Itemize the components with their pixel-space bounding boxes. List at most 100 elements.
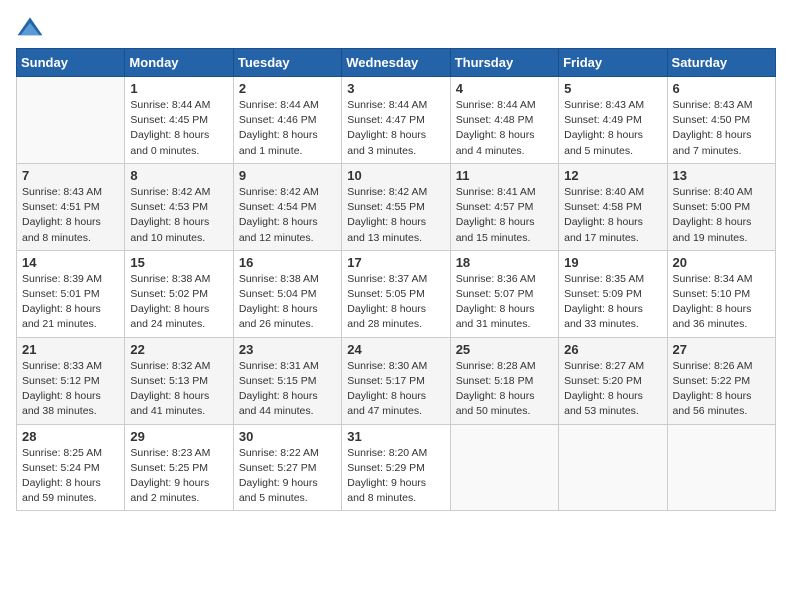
day-info: Sunrise: 8:44 AM Sunset: 4:47 PM Dayligh… bbox=[347, 98, 444, 159]
calendar-cell: 21 Sunrise: 8:33 AM Sunset: 5:12 PM Dayli… bbox=[17, 337, 125, 424]
day-info: Sunrise: 8:26 AM Sunset: 5:22 PM Dayligh… bbox=[673, 359, 770, 420]
day-number: 17 bbox=[347, 255, 444, 270]
day-number: 5 bbox=[564, 81, 661, 96]
day-number: 20 bbox=[673, 255, 770, 270]
day-info: Sunrise: 8:42 AM Sunset: 4:53 PM Dayligh… bbox=[130, 185, 227, 246]
day-info: Sunrise: 8:34 AM Sunset: 5:10 PM Dayligh… bbox=[673, 272, 770, 333]
day-header-wednesday: Wednesday bbox=[342, 49, 450, 77]
day-info: Sunrise: 8:44 AM Sunset: 4:45 PM Dayligh… bbox=[130, 98, 227, 159]
day-info: Sunrise: 8:41 AM Sunset: 4:57 PM Dayligh… bbox=[456, 185, 553, 246]
calendar-cell: 16Sunrise: 8:38 AM Sunset: 5:04 PM Dayli… bbox=[233, 250, 341, 337]
calendar-cell bbox=[450, 424, 558, 511]
day-info: Sunrise: 8:36 AM Sunset: 5:07 PM Dayligh… bbox=[456, 272, 553, 333]
calendar-cell: 8 Sunrise: 8:42 AM Sunset: 4:53 PM Daylig… bbox=[125, 163, 233, 250]
day-number: 13 bbox=[673, 168, 770, 183]
day-number: 1 bbox=[130, 81, 227, 96]
day-info: Sunrise: 8:35 AM Sunset: 5:09 PM Dayligh… bbox=[564, 272, 661, 333]
calendar-week-row: 1 Sunrise: 8:44 AM Sunset: 4:45 PM Daylig… bbox=[17, 77, 776, 164]
day-number: 21 bbox=[22, 342, 119, 357]
calendar-cell: 23 Sunrise: 8:31 AM Sunset: 5:15 PM Dayli… bbox=[233, 337, 341, 424]
calendar-week-row: 21 Sunrise: 8:33 AM Sunset: 5:12 PM Dayli… bbox=[17, 337, 776, 424]
day-info: Sunrise: 8:40 AM Sunset: 4:58 PM Dayligh… bbox=[564, 185, 661, 246]
day-number: 31 bbox=[347, 429, 444, 444]
calendar-week-row: 28Sunrise: 8:25 AM Sunset: 5:24 PM Dayli… bbox=[17, 424, 776, 511]
calendar-week-row: 7Sunrise: 8:43 AM Sunset: 4:51 PM Daylig… bbox=[17, 163, 776, 250]
day-info: Sunrise: 8:43 AM Sunset: 4:50 PM Dayligh… bbox=[673, 98, 770, 159]
day-number: 29 bbox=[130, 429, 227, 444]
day-info: Sunrise: 8:44 AM Sunset: 4:48 PM Dayligh… bbox=[456, 98, 553, 159]
day-info: Sunrise: 8:44 AM Sunset: 4:46 PM Dayligh… bbox=[239, 98, 336, 159]
day-number: 24 bbox=[347, 342, 444, 357]
calendar-cell: 12 Sunrise: 8:40 AM Sunset: 4:58 PM Dayli… bbox=[559, 163, 667, 250]
day-header-friday: Friday bbox=[559, 49, 667, 77]
day-info: Sunrise: 8:22 AM Sunset: 5:27 PM Dayligh… bbox=[239, 446, 336, 507]
day-number: 8 bbox=[130, 168, 227, 183]
calendar-cell: 22Sunrise: 8:32 AM Sunset: 5:13 PM Dayli… bbox=[125, 337, 233, 424]
calendar-cell: 28Sunrise: 8:25 AM Sunset: 5:24 PM Dayli… bbox=[17, 424, 125, 511]
calendar-cell: 25Sunrise: 8:28 AM Sunset: 5:18 PM Dayli… bbox=[450, 337, 558, 424]
day-number: 10 bbox=[347, 168, 444, 183]
calendar-table: SundayMondayTuesdayWednesdayThursdayFrid… bbox=[16, 48, 776, 511]
calendar-week-row: 14Sunrise: 8:39 AM Sunset: 5:01 PM Dayli… bbox=[17, 250, 776, 337]
day-number: 2 bbox=[239, 81, 336, 96]
calendar-cell: 1 Sunrise: 8:44 AM Sunset: 4:45 PM Daylig… bbox=[125, 77, 233, 164]
calendar-cell: 15Sunrise: 8:38 AM Sunset: 5:02 PM Dayli… bbox=[125, 250, 233, 337]
calendar-cell: 31 Sunrise: 8:20 AM Sunset: 5:29 PM Dayli… bbox=[342, 424, 450, 511]
day-number: 25 bbox=[456, 342, 553, 357]
day-number: 30 bbox=[239, 429, 336, 444]
calendar-cell: 14Sunrise: 8:39 AM Sunset: 5:01 PM Dayli… bbox=[17, 250, 125, 337]
day-header-tuesday: Tuesday bbox=[233, 49, 341, 77]
day-info: Sunrise: 8:40 AM Sunset: 5:00 PM Dayligh… bbox=[673, 185, 770, 246]
day-header-sunday: Sunday bbox=[17, 49, 125, 77]
calendar-cell: 26Sunrise: 8:27 AM Sunset: 5:20 PM Dayli… bbox=[559, 337, 667, 424]
calendar-cell: 17 Sunrise: 8:37 AM Sunset: 5:05 PM Dayli… bbox=[342, 250, 450, 337]
logo-icon bbox=[16, 16, 44, 38]
day-header-saturday: Saturday bbox=[667, 49, 775, 77]
day-info: Sunrise: 8:42 AM Sunset: 4:54 PM Dayligh… bbox=[239, 185, 336, 246]
day-number: 3 bbox=[347, 81, 444, 96]
day-info: Sunrise: 8:25 AM Sunset: 5:24 PM Dayligh… bbox=[22, 446, 119, 507]
calendar-header-row: SundayMondayTuesdayWednesdayThursdayFrid… bbox=[17, 49, 776, 77]
calendar-cell bbox=[559, 424, 667, 511]
day-number: 11 bbox=[456, 168, 553, 183]
calendar-cell bbox=[667, 424, 775, 511]
calendar-cell: 19 Sunrise: 8:35 AM Sunset: 5:09 PM Dayli… bbox=[559, 250, 667, 337]
day-number: 22 bbox=[130, 342, 227, 357]
calendar-cell: 6 Sunrise: 8:43 AM Sunset: 4:50 PM Daylig… bbox=[667, 77, 775, 164]
calendar-cell: 9 Sunrise: 8:42 AM Sunset: 4:54 PM Daylig… bbox=[233, 163, 341, 250]
calendar-cell: 7Sunrise: 8:43 AM Sunset: 4:51 PM Daylig… bbox=[17, 163, 125, 250]
calendar-cell: 11 Sunrise: 8:41 AM Sunset: 4:57 PM Dayli… bbox=[450, 163, 558, 250]
day-info: Sunrise: 8:38 AM Sunset: 5:02 PM Dayligh… bbox=[130, 272, 227, 333]
calendar-cell: 10 Sunrise: 8:42 AM Sunset: 4:55 PM Dayli… bbox=[342, 163, 450, 250]
day-info: Sunrise: 8:37 AM Sunset: 5:05 PM Dayligh… bbox=[347, 272, 444, 333]
day-number: 14 bbox=[22, 255, 119, 270]
day-number: 27 bbox=[673, 342, 770, 357]
day-info: Sunrise: 8:20 AM Sunset: 5:29 PM Dayligh… bbox=[347, 446, 444, 507]
day-info: Sunrise: 8:43 AM Sunset: 4:51 PM Dayligh… bbox=[22, 185, 119, 246]
calendar-cell: 27 Sunrise: 8:26 AM Sunset: 5:22 PM Dayli… bbox=[667, 337, 775, 424]
day-info: Sunrise: 8:33 AM Sunset: 5:12 PM Dayligh… bbox=[22, 359, 119, 420]
day-info: Sunrise: 8:38 AM Sunset: 5:04 PM Dayligh… bbox=[239, 272, 336, 333]
day-header-thursday: Thursday bbox=[450, 49, 558, 77]
calendar-cell: 29 Sunrise: 8:23 AM Sunset: 5:25 PM Dayli… bbox=[125, 424, 233, 511]
day-number: 12 bbox=[564, 168, 661, 183]
day-header-monday: Monday bbox=[125, 49, 233, 77]
day-info: Sunrise: 8:30 AM Sunset: 5:17 PM Dayligh… bbox=[347, 359, 444, 420]
day-info: Sunrise: 8:31 AM Sunset: 5:15 PM Dayligh… bbox=[239, 359, 336, 420]
day-number: 6 bbox=[673, 81, 770, 96]
calendar-cell: 4 Sunrise: 8:44 AM Sunset: 4:48 PM Daylig… bbox=[450, 77, 558, 164]
day-info: Sunrise: 8:42 AM Sunset: 4:55 PM Dayligh… bbox=[347, 185, 444, 246]
day-number: 4 bbox=[456, 81, 553, 96]
day-number: 18 bbox=[456, 255, 553, 270]
calendar-cell: 30 Sunrise: 8:22 AM Sunset: 5:27 PM Dayli… bbox=[233, 424, 341, 511]
day-number: 9 bbox=[239, 168, 336, 183]
calendar-cell bbox=[17, 77, 125, 164]
day-number: 23 bbox=[239, 342, 336, 357]
calendar-cell: 20 Sunrise: 8:34 AM Sunset: 5:10 PM Dayli… bbox=[667, 250, 775, 337]
day-info: Sunrise: 8:43 AM Sunset: 4:49 PM Dayligh… bbox=[564, 98, 661, 159]
day-info: Sunrise: 8:23 AM Sunset: 5:25 PM Dayligh… bbox=[130, 446, 227, 507]
calendar-cell: 13 Sunrise: 8:40 AM Sunset: 5:00 PM Dayli… bbox=[667, 163, 775, 250]
page-header bbox=[16, 16, 776, 38]
calendar-cell: 24 Sunrise: 8:30 AM Sunset: 5:17 PM Dayli… bbox=[342, 337, 450, 424]
day-number: 19 bbox=[564, 255, 661, 270]
